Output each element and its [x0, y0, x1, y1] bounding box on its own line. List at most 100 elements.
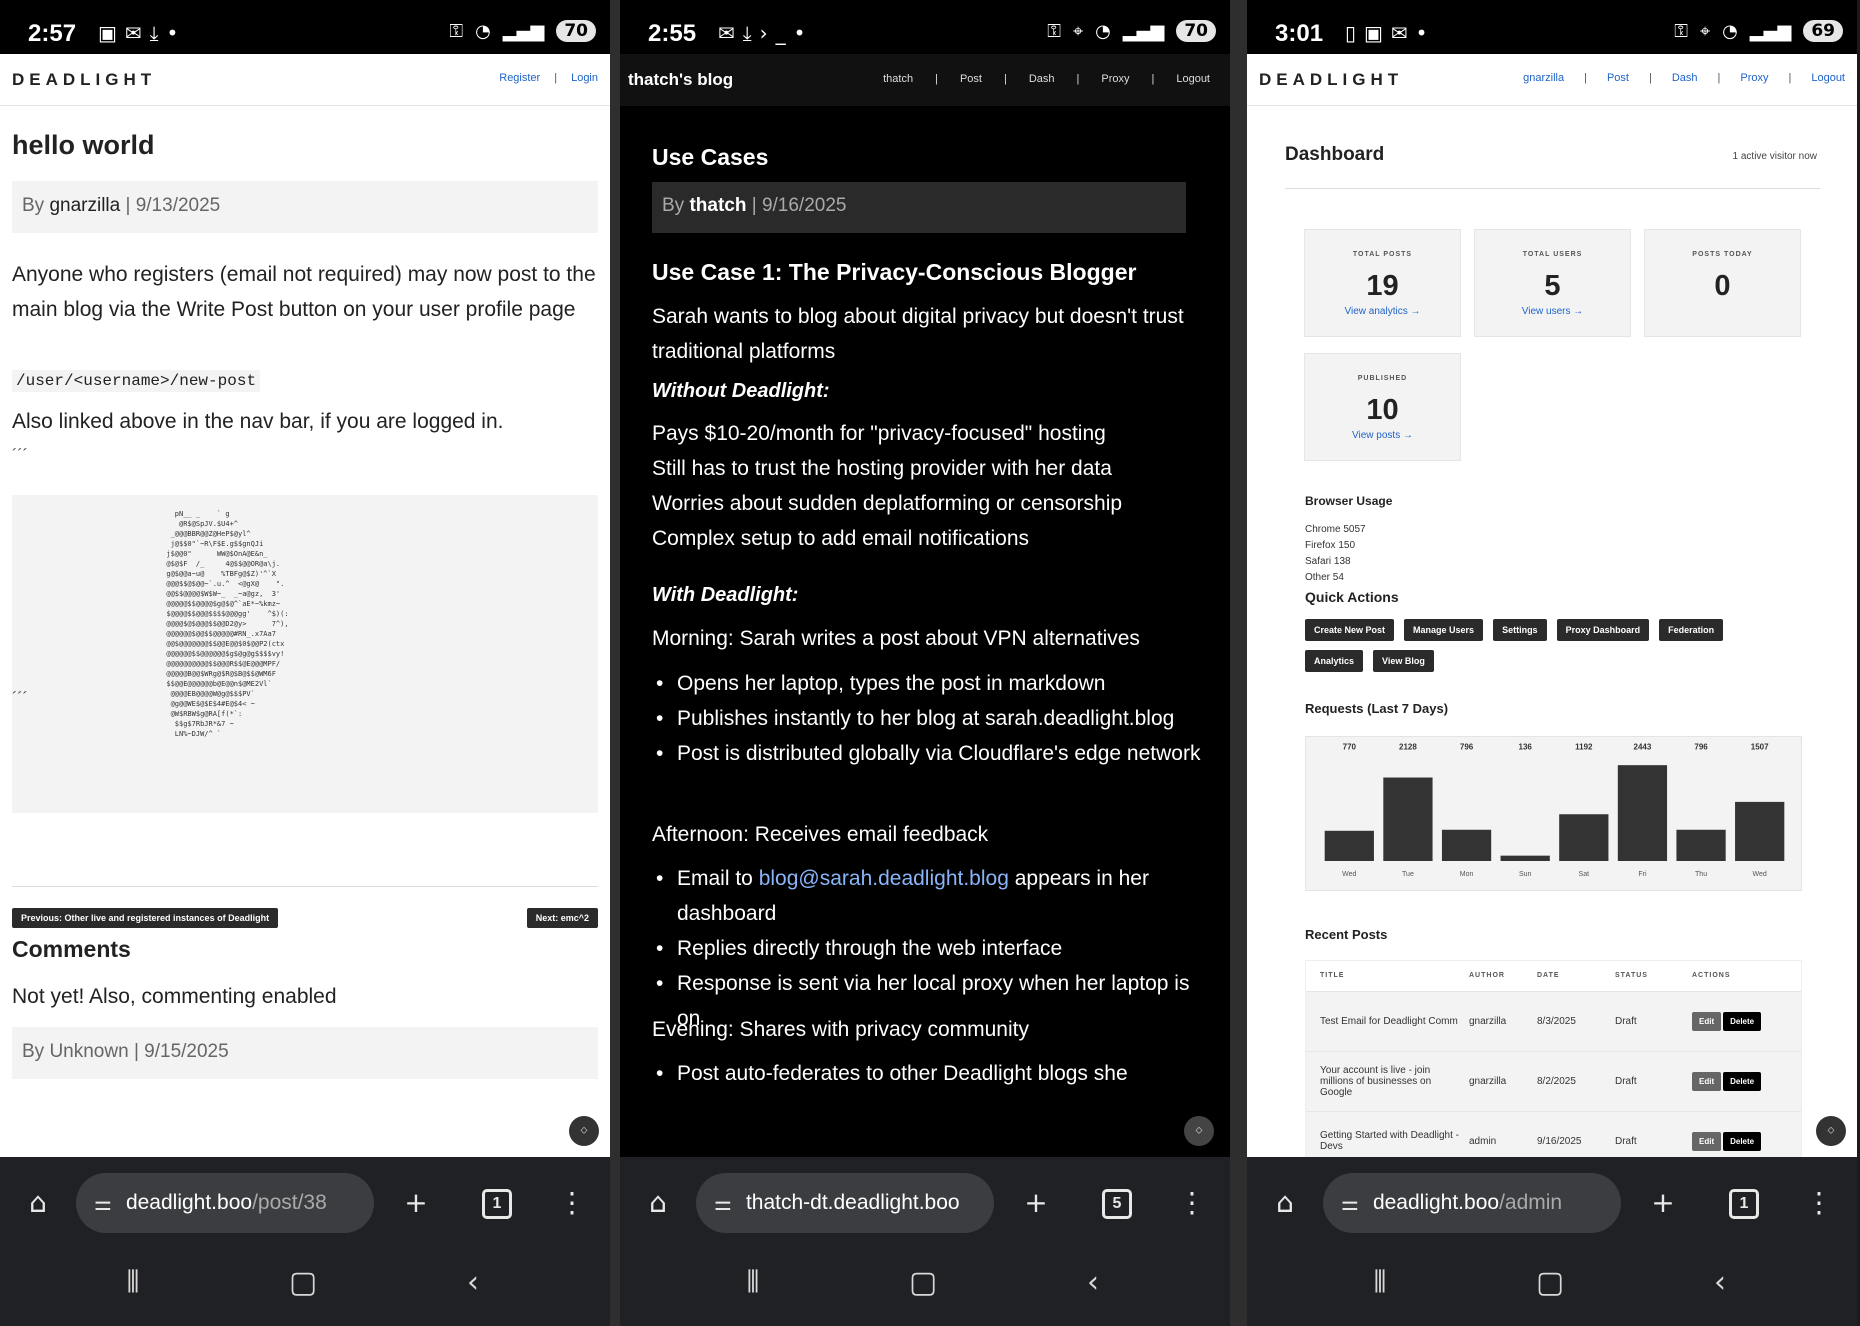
post-author-link[interactable]: gnarzilla — [49, 195, 120, 216]
quick-actions: Create New Post Manage Users Settings Pr… — [1305, 619, 1765, 672]
settings-button[interactable]: Settings — [1493, 619, 1547, 641]
nav-dash-link[interactable]: Dash — [1029, 73, 1055, 85]
recent-apps-icon[interactable]: ⦀ — [723, 1265, 783, 1300]
delete-button[interactable]: Delete — [1723, 1011, 1762, 1031]
scroll-top-button[interactable]: ⬦ — [1816, 1116, 1846, 1146]
site-settings-icon[interactable]: ⚌ — [714, 1191, 732, 1215]
nav-logout-link[interactable]: Logout — [1176, 73, 1210, 85]
new-tab-icon[interactable]: + — [1016, 1183, 1056, 1223]
col-actions: ACTIONS — [1692, 961, 1801, 992]
status-time: 2:57 — [28, 20, 77, 47]
home-nav-icon[interactable]: ▢ — [893, 1265, 953, 1300]
view-analytics-link[interactable]: View analytics → — [1305, 306, 1460, 317]
register-link[interactable]: Register — [499, 72, 540, 84]
quick-actions-title: Quick Actions — [1305, 589, 1399, 605]
view-users-link[interactable]: View users → — [1475, 306, 1630, 317]
table-header-row: TITLE AUTHOR DATE STATUS ACTIONS — [1306, 961, 1801, 992]
manage-users-button[interactable]: Manage Users — [1404, 619, 1484, 641]
post-paragraph: Afternoon: Receives email feedback — [652, 823, 989, 846]
home-nav-icon[interactable]: ▢ — [1520, 1265, 1580, 1300]
col-status: STATUS — [1615, 961, 1692, 992]
post-author-link[interactable]: thatch — [689, 195, 746, 216]
next-post-button[interactable]: Next: emc^2 — [526, 908, 598, 928]
view-posts-link[interactable]: View posts → — [1305, 430, 1460, 441]
home-icon[interactable]: ⌂ — [638, 1183, 678, 1223]
nav-user-link[interactable]: thatch — [883, 73, 913, 85]
home-icon[interactable]: ⌂ — [18, 1183, 58, 1223]
scroll-top-button[interactable]: ⬦ — [1184, 1116, 1214, 1146]
delete-button[interactable]: Delete — [1723, 1131, 1762, 1151]
nav-post-link[interactable]: Post — [1607, 72, 1629, 84]
site-settings-icon[interactable]: ⚌ — [94, 1191, 112, 1215]
site-header: DEADLIGHT Register | Login — [0, 54, 610, 106]
tab-switcher-button[interactable]: 1 — [1729, 1189, 1759, 1219]
post-title-cell[interactable]: Test Email for Deadlight Comm — [1306, 991, 1469, 1052]
new-tab-icon[interactable]: + — [1643, 1183, 1683, 1223]
scroll-top-button[interactable]: ⬦ — [569, 1116, 599, 1146]
login-link[interactable]: Login — [571, 72, 598, 84]
create-new-post-button[interactable]: Create New Post — [1305, 619, 1395, 641]
address-bar[interactable]: ⚌ deadlight.boo/admin — [1323, 1173, 1621, 1233]
edit-button[interactable]: Edit — [1692, 1011, 1722, 1031]
nav-proxy-link[interactable]: Proxy — [1740, 72, 1768, 84]
new-tab-icon[interactable]: + — [396, 1183, 436, 1223]
tab-switcher-button[interactable]: 1 — [482, 1189, 512, 1219]
url-path: /admin — [1499, 1191, 1563, 1214]
nav-post-link[interactable]: Post — [960, 73, 982, 85]
site-settings-icon[interactable]: ⚌ — [1341, 1191, 1359, 1215]
recent-apps-icon[interactable]: ⦀ — [103, 1265, 163, 1300]
requests-chart: 770 Wed 2128 Tue 796 Mon 136 Sun 1192 Sat 2443 Fri 7… — [1305, 736, 1802, 891]
tab-switcher-button[interactable]: 5 — [1102, 1189, 1132, 1219]
nav-user-link[interactable]: gnarzilla — [1523, 72, 1564, 84]
home-icon[interactable]: ⌂ — [1265, 1183, 1305, 1223]
post-title-cell[interactable]: Getting Started with Deadlight - Devs — [1306, 1111, 1469, 1157]
screenshot-post-page: 2:57 ▣✉⤓• ⚿ ◔ ▂▄▆ 70 DEADLIGHT Register | L… — [0, 0, 610, 1326]
analytics-button[interactable]: Analytics — [1305, 650, 1364, 672]
battery-indicator: 70 — [1176, 20, 1216, 42]
nav-proxy-link[interactable]: Proxy — [1101, 73, 1129, 85]
chart-category-label: Fri — [1638, 871, 1647, 878]
site-header: thatch's blog thatch | Post | Dash | Proxy |… — [620, 54, 1230, 106]
nav-logout-link[interactable]: Logout — [1811, 72, 1845, 84]
back-icon[interactable]: ‹ — [1690, 1265, 1750, 1300]
home-nav-icon[interactable]: ▢ — [273, 1265, 333, 1300]
inline-code: /user/<username>/new-post — [12, 370, 261, 392]
menu-icon[interactable]: ⋮ — [1799, 1183, 1839, 1223]
previous-post-button[interactable]: Previous: Other live and registered inst… — [12, 908, 279, 928]
chart-value-label: 136 — [1519, 743, 1533, 752]
address-bar[interactable]: ⚌ deadlight.boo/post/38 — [76, 1173, 374, 1233]
post-paragraph: Also linked above in the nav bar, if you… — [12, 410, 504, 433]
email-link[interactable]: blog@sarah.deadlight.blog — [759, 867, 1009, 890]
list-item: Post is distributed globally via Cloudfl… — [652, 736, 1202, 771]
post-title-cell[interactable]: Your account is live - join millions of … — [1306, 1051, 1469, 1112]
address-bar[interactable]: ⚌ thatch-dt.deadlight.boo — [696, 1173, 994, 1233]
menu-icon[interactable]: ⋮ — [1172, 1183, 1212, 1223]
battery-indicator: 69 — [1803, 20, 1843, 42]
nav-dash-link[interactable]: Dash — [1672, 72, 1698, 84]
view-blog-button[interactable]: View Blog — [1373, 650, 1434, 672]
edit-button[interactable]: Edit — [1692, 1131, 1722, 1151]
chart-bar — [1383, 777, 1433, 861]
afternoon-list: Email to blog@sarah.deadlight.blog appea… — [652, 861, 1202, 1036]
edit-button[interactable]: Edit — [1692, 1071, 1722, 1091]
menu-icon[interactable]: ⋮ — [552, 1183, 592, 1223]
stat-label: TOTAL POSTS — [1352, 251, 1413, 258]
notification-icons: ✉⤓›_• — [718, 21, 814, 45]
key-icon: ⚿ — [1047, 20, 1061, 42]
notification-icons: ▣✉⤓• — [98, 21, 187, 45]
site-brand[interactable]: DEADLIGHT — [1259, 70, 1403, 90]
actions-cell: Edit Delete — [1692, 1111, 1801, 1157]
list-item: Still has to trust the hosting provider … — [652, 457, 1112, 480]
federation-button[interactable]: Federation — [1659, 619, 1724, 641]
signal-icon: ▂▄▆ — [502, 20, 545, 42]
site-brand[interactable]: thatch's blog — [628, 70, 733, 90]
ascii-art-block: pN__ _ ` g @R$@SpJV.$U4+^ _@@@BBR@@Z@HeP… — [12, 495, 598, 813]
delete-button[interactable]: Delete — [1723, 1071, 1762, 1091]
url-path: /post/38 — [252, 1191, 327, 1214]
back-icon[interactable]: ‹ — [443, 1265, 503, 1300]
back-icon[interactable]: ‹ — [1063, 1265, 1123, 1300]
recent-apps-icon[interactable]: ⦀ — [1350, 1265, 1410, 1300]
browser-usage-list: Chrome 5057 Firefox 150 Safari 138 Other… — [1305, 522, 1366, 586]
proxy-dashboard-button[interactable]: Proxy Dashboard — [1556, 619, 1650, 641]
site-brand[interactable]: DEADLIGHT — [12, 70, 156, 90]
